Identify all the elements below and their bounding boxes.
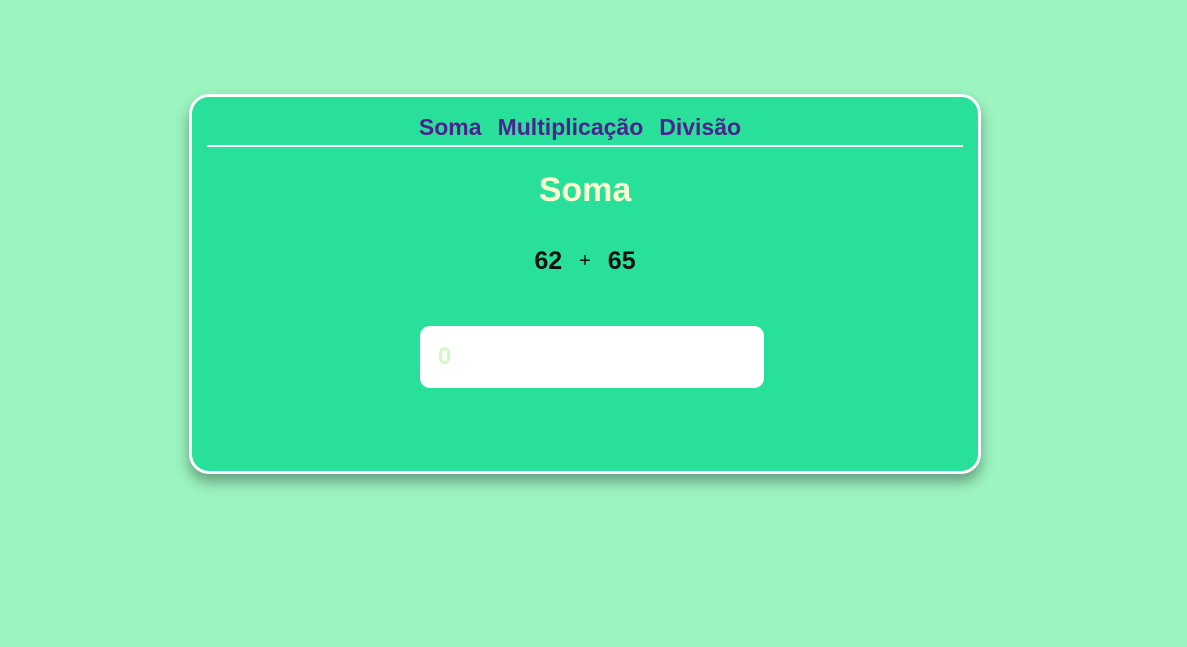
operand-b: 65 bbox=[607, 247, 636, 275]
nav-item-divisao[interactable]: Divisão bbox=[659, 114, 741, 141]
operator-symbol: + bbox=[579, 250, 591, 272]
operation-nav: Soma Multiplicação Divisão bbox=[207, 111, 963, 147]
operand-a: 62 bbox=[534, 247, 563, 275]
nav-item-soma[interactable]: Soma bbox=[419, 114, 482, 141]
page-title: Soma bbox=[538, 171, 632, 209]
quiz-card: Soma Multiplicação Divisão Soma 62 + 65 bbox=[189, 94, 981, 474]
answer-input[interactable] bbox=[420, 326, 764, 388]
math-problem: 62 + 65 bbox=[192, 247, 978, 276]
nav-item-multiplicacao[interactable]: Multiplicação bbox=[498, 114, 644, 141]
